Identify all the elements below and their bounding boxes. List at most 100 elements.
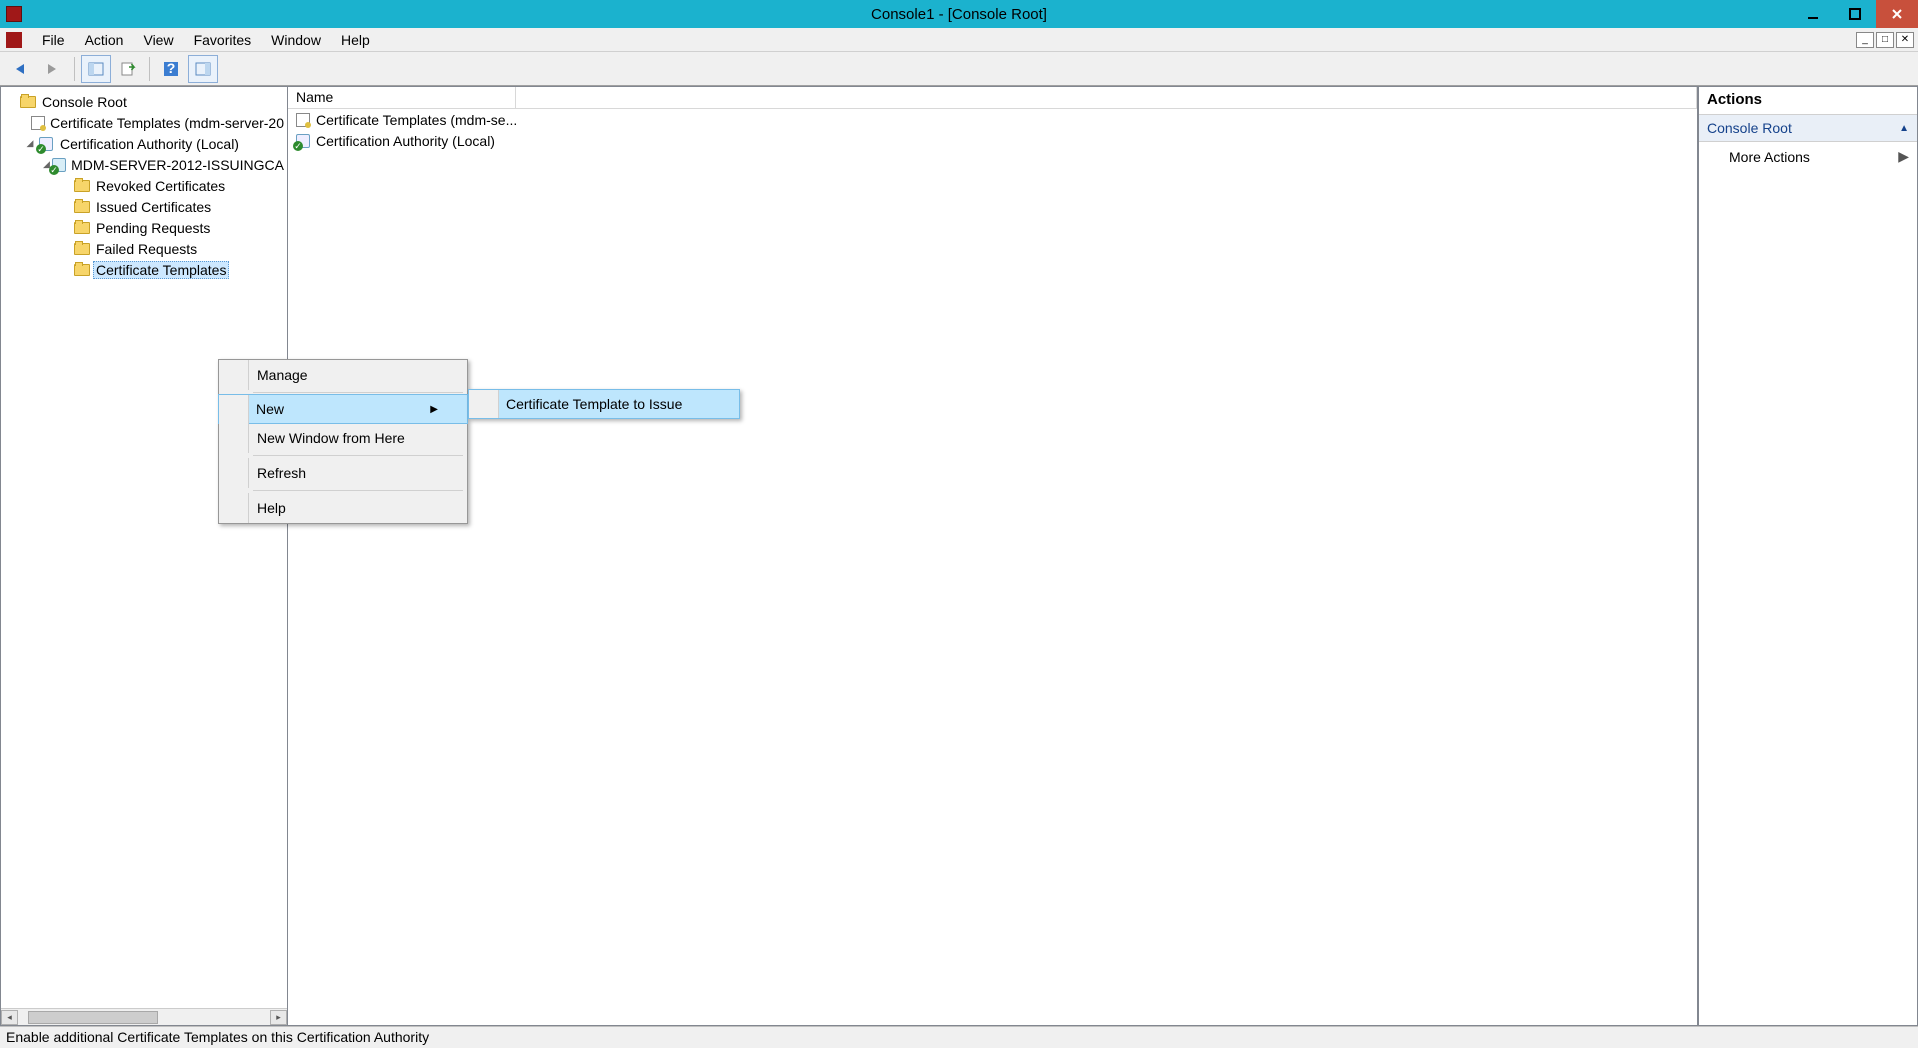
cert-template-icon <box>294 112 312 128</box>
panel-right-icon <box>195 61 211 77</box>
context-menu-item-help[interactable]: Help <box>219 493 467 523</box>
menu-action[interactable]: Action <box>75 30 134 50</box>
menu-gutter <box>219 493 249 523</box>
scroll-track[interactable] <box>18 1010 270 1025</box>
main-area: Console Root Certificate Templates (mdm-… <box>0 86 1918 1026</box>
list-item-label: Certificate Templates (mdm-se... <box>316 112 517 128</box>
menu-gutter <box>219 458 249 488</box>
cert-template-icon <box>31 115 45 131</box>
folder-icon <box>73 262 91 278</box>
menu-item-label: Refresh <box>257 465 306 481</box>
window-title: Console1 - [Console Root] <box>871 6 1047 23</box>
menu-separator <box>253 490 463 491</box>
folder-icon <box>73 199 91 215</box>
context-menu-item-cert-template-to-issue[interactable]: Certificate Template to Issue <box>468 389 740 419</box>
menu-bar: File Action View Favorites Window Help _… <box>0 28 1918 52</box>
menu-gutter <box>219 395 249 423</box>
scroll-left-button[interactable]: ◂ <box>1 1010 18 1025</box>
help-button[interactable]: ? <box>156 55 186 83</box>
tree-node-failed[interactable]: Failed Requests <box>5 238 287 259</box>
menu-view[interactable]: View <box>133 30 183 50</box>
menu-favorites[interactable]: Favorites <box>184 30 262 50</box>
mdi-app-icon[interactable] <box>6 32 22 48</box>
tree-label: Issued Certificates <box>93 198 214 216</box>
expand-collapse-icon[interactable] <box>23 138 37 149</box>
tree-node-revoked[interactable]: Revoked Certificates <box>5 175 287 196</box>
actions-header: Actions <box>1699 87 1917 115</box>
context-menu: Manage New ▶ New Window from Here Refres… <box>218 359 468 524</box>
back-button[interactable] <box>6 55 36 83</box>
menu-gutter <box>219 423 249 453</box>
menu-item-label: New Window from Here <box>257 430 405 446</box>
folder-icon <box>73 241 91 257</box>
tree-label: Certificate Templates <box>93 261 229 279</box>
export-list-button[interactable] <box>113 55 143 83</box>
maximize-button[interactable] <box>1834 0 1876 28</box>
mdi-minimize-button[interactable]: _ <box>1856 32 1874 48</box>
context-submenu-new: Certificate Template to Issue <box>468 389 740 419</box>
mdi-controls: _ □ ✕ <box>1854 32 1918 48</box>
tree-label: Console Root <box>39 93 130 111</box>
tree-node-ca-server[interactable]: MDM-SERVER-2012-ISSUINGCA <box>5 154 287 175</box>
tree-label: Revoked Certificates <box>93 177 228 195</box>
forward-button[interactable] <box>38 55 68 83</box>
close-button[interactable] <box>1876 0 1918 28</box>
context-menu-item-new-window[interactable]: New Window from Here <box>219 423 467 453</box>
tree-node-ca-local[interactable]: Certification Authority (Local) <box>5 133 287 154</box>
tree-label: MDM-SERVER-2012-ISSUINGCA <box>68 156 287 174</box>
arrow-left-icon <box>12 62 30 76</box>
actions-section-console-root[interactable]: Console Root ▲ <box>1699 115 1917 142</box>
actions-item-more-actions[interactable]: More Actions ▶ <box>1699 142 1917 171</box>
ca-server-icon <box>52 157 66 173</box>
list-item-label: Certification Authority (Local) <box>316 133 495 149</box>
list-item[interactable]: Certificate Templates (mdm-se... <box>288 109 1697 130</box>
mdi-restore-button[interactable]: □ <box>1876 32 1894 48</box>
arrow-right-icon <box>44 62 62 76</box>
scroll-thumb[interactable] <box>28 1011 158 1024</box>
show-hide-action-pane-button[interactable] <box>188 55 218 83</box>
menu-item-label: Help <box>257 500 286 516</box>
tree-label: Pending Requests <box>93 219 213 237</box>
scroll-right-button[interactable]: ▸ <box>270 1010 287 1025</box>
menu-window[interactable]: Window <box>261 30 331 50</box>
ca-icon <box>294 133 312 149</box>
mdi-close-button[interactable]: ✕ <box>1896 32 1914 48</box>
context-menu-item-manage[interactable]: Manage <box>219 360 467 390</box>
status-bar: Enable additional Certificate Templates … <box>0 1026 1918 1048</box>
column-header-name[interactable]: Name <box>288 87 516 108</box>
title-bar: Console1 - [Console Root] <box>0 0 1918 28</box>
collapse-icon: ▲ <box>1899 123 1909 134</box>
list-item[interactable]: Certification Authority (Local) <box>288 130 1697 151</box>
submenu-arrow-icon: ▶ <box>390 404 438 415</box>
export-icon <box>120 61 136 77</box>
tree-node-issued[interactable]: Issued Certificates <box>5 196 287 217</box>
context-menu-item-new[interactable]: New ▶ <box>218 394 468 424</box>
tree-node-cert-templates-snapin[interactable]: Certificate Templates (mdm-server-20 <box>5 112 287 133</box>
menu-file[interactable]: File <box>32 30 75 50</box>
tree-node-pending[interactable]: Pending Requests <box>5 217 287 238</box>
tree-node-certificate-templates[interactable]: Certificate Templates <box>5 259 287 280</box>
actions-section-label: Console Root <box>1707 120 1792 136</box>
content-list[interactable]: Certificate Templates (mdm-se... Certifi… <box>288 109 1697 1025</box>
context-menu-item-refresh[interactable]: Refresh <box>219 458 467 488</box>
menu-item-label: New <box>256 401 284 417</box>
folder-icon <box>73 220 91 236</box>
ca-icon <box>37 136 55 152</box>
tree-node-console-root[interactable]: Console Root <box>5 91 287 112</box>
menu-separator <box>253 455 463 456</box>
column-header-empty[interactable] <box>516 87 1697 108</box>
minimize-button[interactable] <box>1792 0 1834 28</box>
status-text: Enable additional Certificate Templates … <box>6 1029 429 1045</box>
content-header: Name <box>288 87 1697 109</box>
horizontal-scrollbar[interactable]: ◂ ▸ <box>1 1008 287 1025</box>
folder-icon <box>19 94 37 110</box>
tree-label: Certification Authority (Local) <box>57 135 242 153</box>
menu-help[interactable]: Help <box>331 30 380 50</box>
toolbar-separator <box>149 57 150 81</box>
tree-label: Failed Requests <box>93 240 200 258</box>
help-icon: ? <box>163 61 179 77</box>
actions-item-label: More Actions <box>1729 149 1810 165</box>
console-tree[interactable]: Console Root Certificate Templates (mdm-… <box>1 87 287 1008</box>
menu-gutter <box>219 360 249 390</box>
show-hide-tree-button[interactable] <box>81 55 111 83</box>
